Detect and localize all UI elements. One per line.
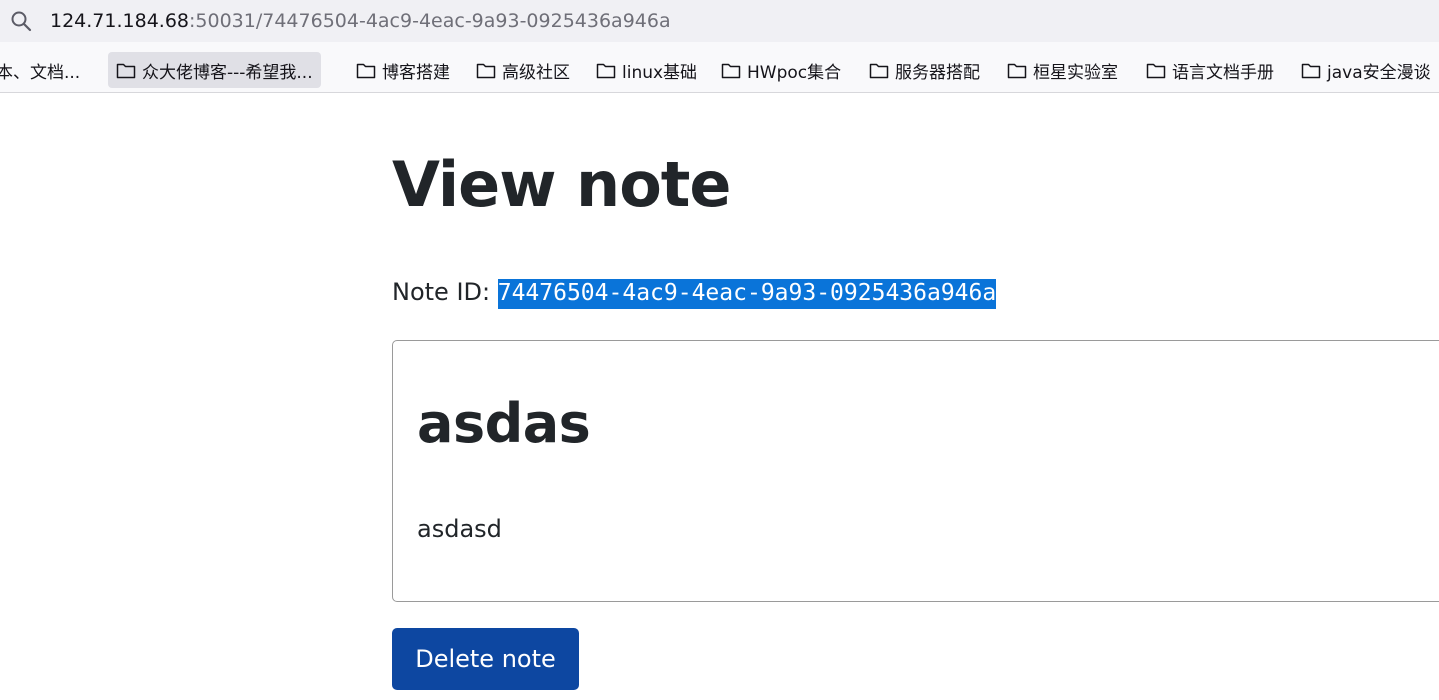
folder-icon (869, 63, 889, 78)
bookmark-folder[interactable]: java安全漫谈 (1301, 52, 1431, 88)
bookmark-item[interactable]: 本、文档... (0, 52, 80, 88)
note-id-label: Note ID: (392, 278, 498, 306)
folder-icon (1007, 63, 1027, 78)
address-bar[interactable]: 124.71.184.68:50031/74476504-4ac9-4eac-9… (0, 0, 1439, 42)
note-id-line: Note ID: 74476504-4ac9-4eac-9a93-0925436… (392, 276, 997, 309)
bookmark-label: 博客搭建 (382, 62, 450, 83)
folder-icon (721, 63, 741, 78)
folder-icon (1301, 63, 1321, 78)
bookmark-folder[interactable]: 服务器搭配 (869, 52, 980, 88)
bookmark-label: 本、文档... (0, 62, 81, 83)
bookmark-label: 语言文档手册 (1172, 62, 1274, 83)
bookmark-label: 桓星实验室 (1033, 62, 1118, 83)
url-text[interactable]: 124.71.184.68:50031/74476504-4ac9-4eac-9… (50, 9, 671, 33)
note-card: asdas asdasd (392, 340, 1439, 602)
folder-icon (356, 63, 376, 78)
url-host: 124.71.184.68 (50, 10, 190, 32)
bookmark-folder[interactable]: linux基础 (596, 52, 697, 88)
bookmarks-bar: 本、文档... 众大佬博客---希望我... 博客搭建 高级社区 linux基础… (0, 42, 1439, 93)
bookmark-label: 众大佬博客---希望我... (142, 62, 313, 83)
bookmark-folder[interactable]: 高级社区 (476, 52, 570, 88)
bookmark-label: HWpoc集合 (747, 62, 842, 83)
bookmark-label: 高级社区 (502, 62, 570, 83)
folder-icon (596, 63, 616, 78)
bookmark-folder[interactable]: 众大佬博客---希望我... (108, 52, 321, 88)
url-path: :50031/74476504-4ac9-4eac-9a93-0925436a9… (189, 10, 671, 32)
folder-icon (116, 63, 136, 78)
delete-note-button[interactable]: Delete note (392, 628, 579, 690)
bookmark-folder[interactable]: HWpoc集合 (721, 52, 841, 88)
bookmark-label: linux基础 (622, 62, 698, 83)
note-title: asdas (417, 392, 591, 455)
search-icon (11, 11, 32, 32)
bookmark-folder[interactable]: 博客搭建 (356, 52, 450, 88)
page-title: View note (392, 148, 731, 221)
note-id-value: 74476504-4ac9-4eac-9a93-0925436a946a (497, 279, 997, 309)
folder-icon (476, 63, 496, 78)
bookmark-label: java安全漫谈 (1327, 62, 1431, 83)
bookmark-folder[interactable]: 语言文档手册 (1146, 52, 1274, 88)
note-body: asdasd (417, 515, 502, 543)
bookmark-folder[interactable]: 桓星实验室 (1007, 52, 1118, 88)
bookmark-label: 服务器搭配 (895, 62, 980, 83)
folder-icon (1146, 63, 1166, 78)
